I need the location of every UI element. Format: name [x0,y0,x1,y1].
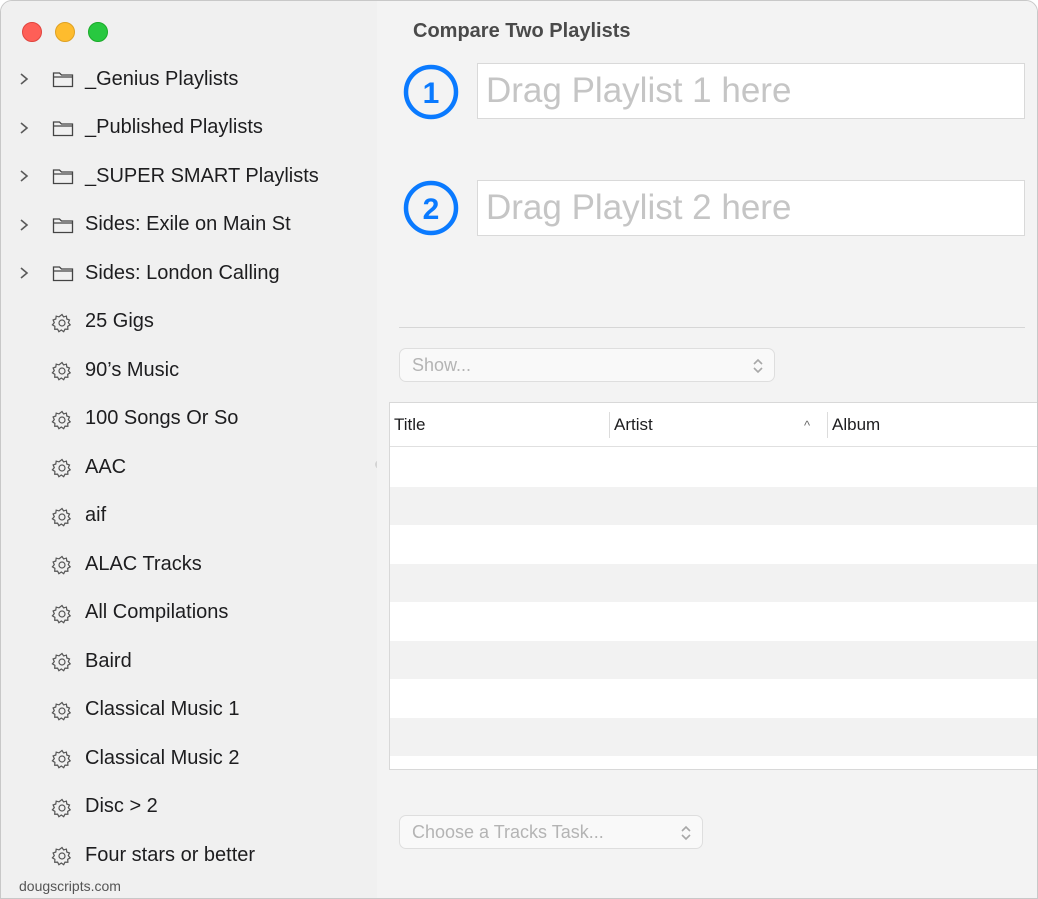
sidebar-item-classical-music-1[interactable]: Classical Music 1 [1,686,377,735]
sidebar-item-sides-london-calling[interactable]: Sides: London Calling [1,249,377,298]
sidebar-item-super-smart-playlists[interactable]: _SUPER SMART Playlists [1,152,377,201]
sidebar-item-label: 25 Gigs [85,310,154,333]
playlist-1-drop-field[interactable] [477,63,1025,119]
sidebar-item-label: Disc > 2 [85,795,158,818]
smart-playlist-gear-icon [51,554,75,575]
step-1-number: 1 [423,77,440,110]
sidebar: _Genius Playlists _Published Playlists _… [1,1,377,898]
app-window: _Genius Playlists _Published Playlists _… [0,0,1038,899]
playlist-2-drop-field[interactable] [477,180,1025,236]
sort-ascending-icon: ^ [804,418,811,433]
section-divider [399,327,1025,328]
playlist-tree: _Genius Playlists _Published Playlists _… [1,55,377,880]
smart-playlist-gear-icon [51,312,75,333]
sidebar-item-label: Baird [85,649,132,672]
sidebar-item-90s-music[interactable]: 90’s Music [1,346,377,395]
column-separator[interactable] [609,412,610,438]
sidebar-item-published-playlists[interactable]: _Published Playlists [1,104,377,153]
step-2-badge-icon: 2 [402,179,460,237]
sidebar-item-100-songs[interactable]: 100 Songs Or So [1,395,377,444]
zoom-window-button[interactable] [88,22,108,42]
folder-icon [51,263,75,283]
tracks-task-popup-button[interactable]: Choose a Tracks Task... [399,815,703,849]
table-row[interactable] [390,717,1037,756]
table-row[interactable] [390,563,1037,602]
folder-icon [51,166,75,186]
sidebar-item-label: AAC [85,455,127,478]
sidebar-item-label: All Compilations [85,601,229,624]
traffic-lights [22,22,108,42]
sidebar-item-genius-playlists[interactable]: _Genius Playlists [1,55,377,104]
smart-playlist-gear-icon [51,651,75,672]
sidebar-item-label: Classical Music 2 [85,746,240,769]
table-row[interactable] [390,448,1037,487]
smart-playlist-gear-icon [51,700,75,721]
sidebar-item-aif[interactable]: aif [1,492,377,541]
main-panel: Compare Two Playlists 1 2 Show... Title [377,1,1037,898]
sidebar-item-label: ALAC Tracks [85,552,202,575]
sidebar-item-baird[interactable]: Baird [1,637,377,686]
minimize-window-button[interactable] [55,22,75,42]
sidebar-item-all-compilations[interactable]: All Compilations [1,589,377,638]
sidebar-item-disc-gt-2[interactable]: Disc > 2 [1,783,377,832]
sidebar-item-label: Classical Music 1 [85,698,240,721]
smart-playlist-gear-icon [51,360,75,381]
folder-icon [51,69,75,89]
column-header-album[interactable]: Album [832,403,880,447]
smart-playlist-gear-icon [51,506,75,527]
sidebar-item-aac[interactable]: AAC [1,443,377,492]
sidebar-footer-credit: dougscripts.com [19,878,121,894]
sidebar-item-label: _SUPER SMART Playlists [85,164,319,187]
close-window-button[interactable] [22,22,42,42]
smart-playlist-gear-icon [51,845,75,866]
disclosure-chevron-icon[interactable] [19,263,31,283]
sidebar-item-sides-exile[interactable]: Sides: Exile on Main St [1,201,377,250]
disclosure-chevron-icon[interactable] [19,215,31,235]
table-row[interactable] [390,486,1037,525]
sidebar-item-classical-music-2[interactable]: Classical Music 2 [1,734,377,783]
disclosure-chevron-icon[interactable] [19,118,31,138]
disclosure-chevron-icon[interactable] [19,69,31,89]
sidebar-item-label: aif [85,504,107,527]
updown-chevron-icon [680,824,692,842]
smart-playlist-gear-icon [51,409,75,430]
column-separator[interactable] [827,412,828,438]
tracks-table[interactable]: Title Artist ^ Album [389,402,1037,770]
table-row[interactable] [390,679,1037,718]
sidebar-item-four-stars[interactable]: Four stars or better [1,831,377,880]
disclosure-chevron-icon[interactable] [19,166,31,186]
table-row[interactable] [390,602,1037,641]
smart-playlist-gear-icon [51,603,75,624]
sidebar-item-label: 100 Songs Or So [85,407,239,430]
sidebar-item-label: _Published Playlists [85,116,263,139]
sidebar-item-alac-tracks[interactable]: ALAC Tracks [1,540,377,589]
show-popup-button[interactable]: Show... [399,348,775,382]
table-body [390,448,1037,756]
column-header-artist[interactable]: Artist [614,403,653,447]
sidebar-item-label: Sides: Exile on Main St [85,213,291,236]
window-title: Compare Two Playlists [413,20,631,42]
step-1-badge-icon: 1 [402,63,460,121]
table-header: Title Artist ^ Album [390,403,1037,447]
smart-playlist-gear-icon [51,457,75,478]
sidebar-item-label: Sides: London Calling [85,261,280,284]
table-row[interactable] [390,640,1037,679]
sidebar-item-label: Four stars or better [85,843,256,866]
sidebar-item-label: 90’s Music [85,358,180,381]
folder-icon [51,118,75,138]
column-header-title[interactable]: Title [394,403,426,447]
sidebar-item-25-gigs[interactable]: 25 Gigs [1,298,377,347]
smart-playlist-gear-icon [51,748,75,769]
smart-playlist-gear-icon [51,797,75,818]
table-row[interactable] [390,525,1037,564]
tracks-task-popup-value: Choose a Tracks Task... [412,822,604,842]
step-2-number: 2 [423,193,440,226]
updown-chevron-icon [752,357,764,375]
sidebar-item-label: _Genius Playlists [85,67,239,90]
folder-icon [51,215,75,235]
show-popup-value: Show... [412,355,472,375]
